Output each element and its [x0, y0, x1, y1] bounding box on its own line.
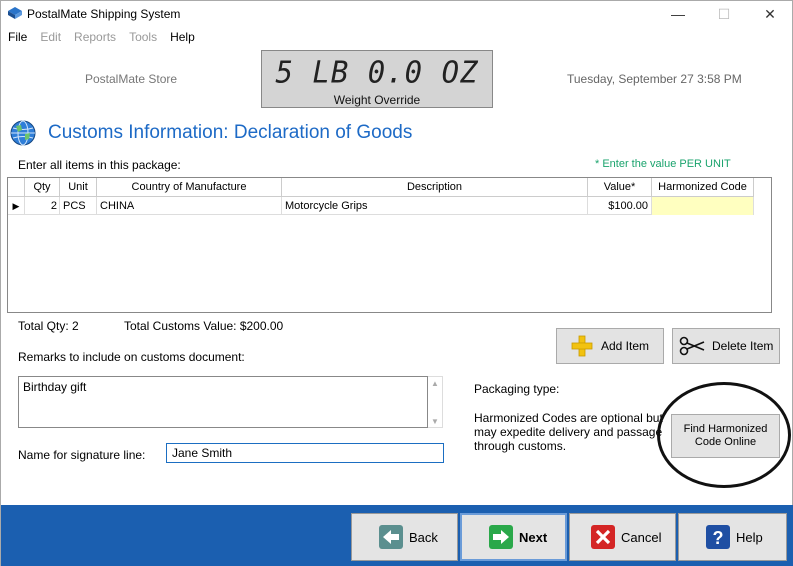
header-country[interactable]: Country of Manufacture [97, 178, 282, 197]
cell-description[interactable]: Motorcycle Grips [282, 197, 588, 215]
add-item-button[interactable]: Add Item [556, 328, 664, 364]
signature-label: Name for signature line: [18, 448, 146, 462]
remarks-label: Remarks to include on customs document: [18, 350, 245, 364]
enter-items-label: Enter all items in this package: [18, 158, 181, 172]
cell-country[interactable]: CHINA [97, 197, 282, 215]
header-description[interactable]: Description [282, 178, 588, 197]
items-grid[interactable]: Qty Unit Country of Manufacture Descript… [7, 177, 772, 313]
scroll-up-icon[interactable]: ▲ [431, 379, 439, 388]
cell-unit[interactable]: PCS [60, 197, 97, 215]
remarks-field[interactable]: Birthday gift [18, 376, 428, 428]
close-button[interactable]: ✕ [747, 1, 793, 27]
remarks-scrollbar[interactable]: ▲ ▼ [428, 376, 443, 428]
scissors-icon [679, 336, 705, 356]
harmonized-codes-note: Harmonized Codes are optional but may ex… [474, 411, 663, 453]
cancel-button[interactable]: Cancel [569, 513, 676, 561]
header-harmonized-code[interactable]: Harmonized Code [652, 178, 754, 197]
globe-icon [10, 120, 36, 146]
header-value[interactable]: Value* [588, 178, 652, 197]
menu-bar: File Edit Reports Tools Help [1, 27, 793, 47]
cell-harmonized-code[interactable] [652, 197, 754, 215]
minimize-button[interactable]: — [655, 1, 701, 27]
maximize-button[interactable]: ☐ [701, 1, 747, 27]
total-qty: Total Qty: 2 [18, 319, 79, 333]
header-qty[interactable]: Qty [25, 178, 60, 197]
table-row[interactable]: ▶ 2 PCS CHINA Motorcycle Grips $100.00 [8, 197, 754, 215]
window-title: PostalMate Shipping System [27, 7, 181, 21]
cell-value[interactable]: $100.00 [588, 197, 652, 215]
bottom-nav-bar: Back Next Cancel ? Help [1, 505, 793, 566]
header-unit[interactable]: Unit [60, 178, 97, 197]
weight-override-label: Weight Override [333, 93, 421, 107]
back-arrow-icon [379, 525, 403, 549]
menu-reports[interactable]: Reports [67, 27, 122, 47]
cancel-label: Cancel [621, 529, 662, 545]
next-arrow-icon [489, 525, 513, 549]
menu-edit[interactable]: Edit [33, 27, 67, 47]
cell-qty[interactable]: 2 [25, 197, 60, 215]
page-title: Customs Information: Declaration of Good… [48, 122, 413, 143]
menu-file[interactable]: File [1, 27, 33, 47]
app-window: PostalMate Shipping System — ☐ ✕ File Ed… [0, 0, 793, 566]
grid-header: Qty Unit Country of Manufacture Descript… [8, 178, 754, 197]
delete-item-button[interactable]: Delete Item [672, 328, 780, 364]
delete-item-label: Delete Item [712, 339, 774, 353]
packaging-type-label: Packaging type: [474, 382, 560, 396]
store-name: PostalMate Store [85, 72, 178, 86]
date-time: Tuesday, September 27 3:58 PM [567, 72, 742, 86]
value-per-unit-note: * Enter the value PER UNIT [595, 158, 731, 170]
back-button[interactable]: Back [351, 513, 458, 561]
next-label: Next [519, 529, 548, 545]
title-bar: PostalMate Shipping System — ☐ ✕ [1, 1, 793, 27]
plus-icon [571, 335, 593, 357]
header-selector [8, 178, 25, 197]
cancel-x-icon [591, 525, 615, 549]
svg-text:?: ? [713, 528, 724, 548]
app-logo-icon [8, 7, 22, 19]
row-indicator-icon: ▶ [8, 197, 25, 215]
signature-name-field[interactable] [166, 443, 444, 463]
total-customs-value: Total Customs Value: $200.00 [124, 319, 284, 333]
menu-help[interactable]: Help [163, 27, 201, 47]
weight-display[interactable]: 5 LB 0.0 OZ Weight Override [261, 50, 493, 108]
add-item-label: Add Item [601, 339, 650, 353]
help-label: Help [736, 529, 763, 545]
scroll-down-icon[interactable]: ▼ [431, 417, 439, 426]
weight-value: 5 LB 0.0 OZ [275, 54, 479, 90]
help-question-icon: ? [706, 525, 730, 549]
next-button[interactable]: Next [460, 513, 567, 561]
help-button[interactable]: ? Help [678, 513, 787, 561]
menu-tools[interactable]: Tools [122, 27, 163, 47]
back-label: Back [409, 529, 438, 545]
highlight-circle [657, 382, 791, 488]
